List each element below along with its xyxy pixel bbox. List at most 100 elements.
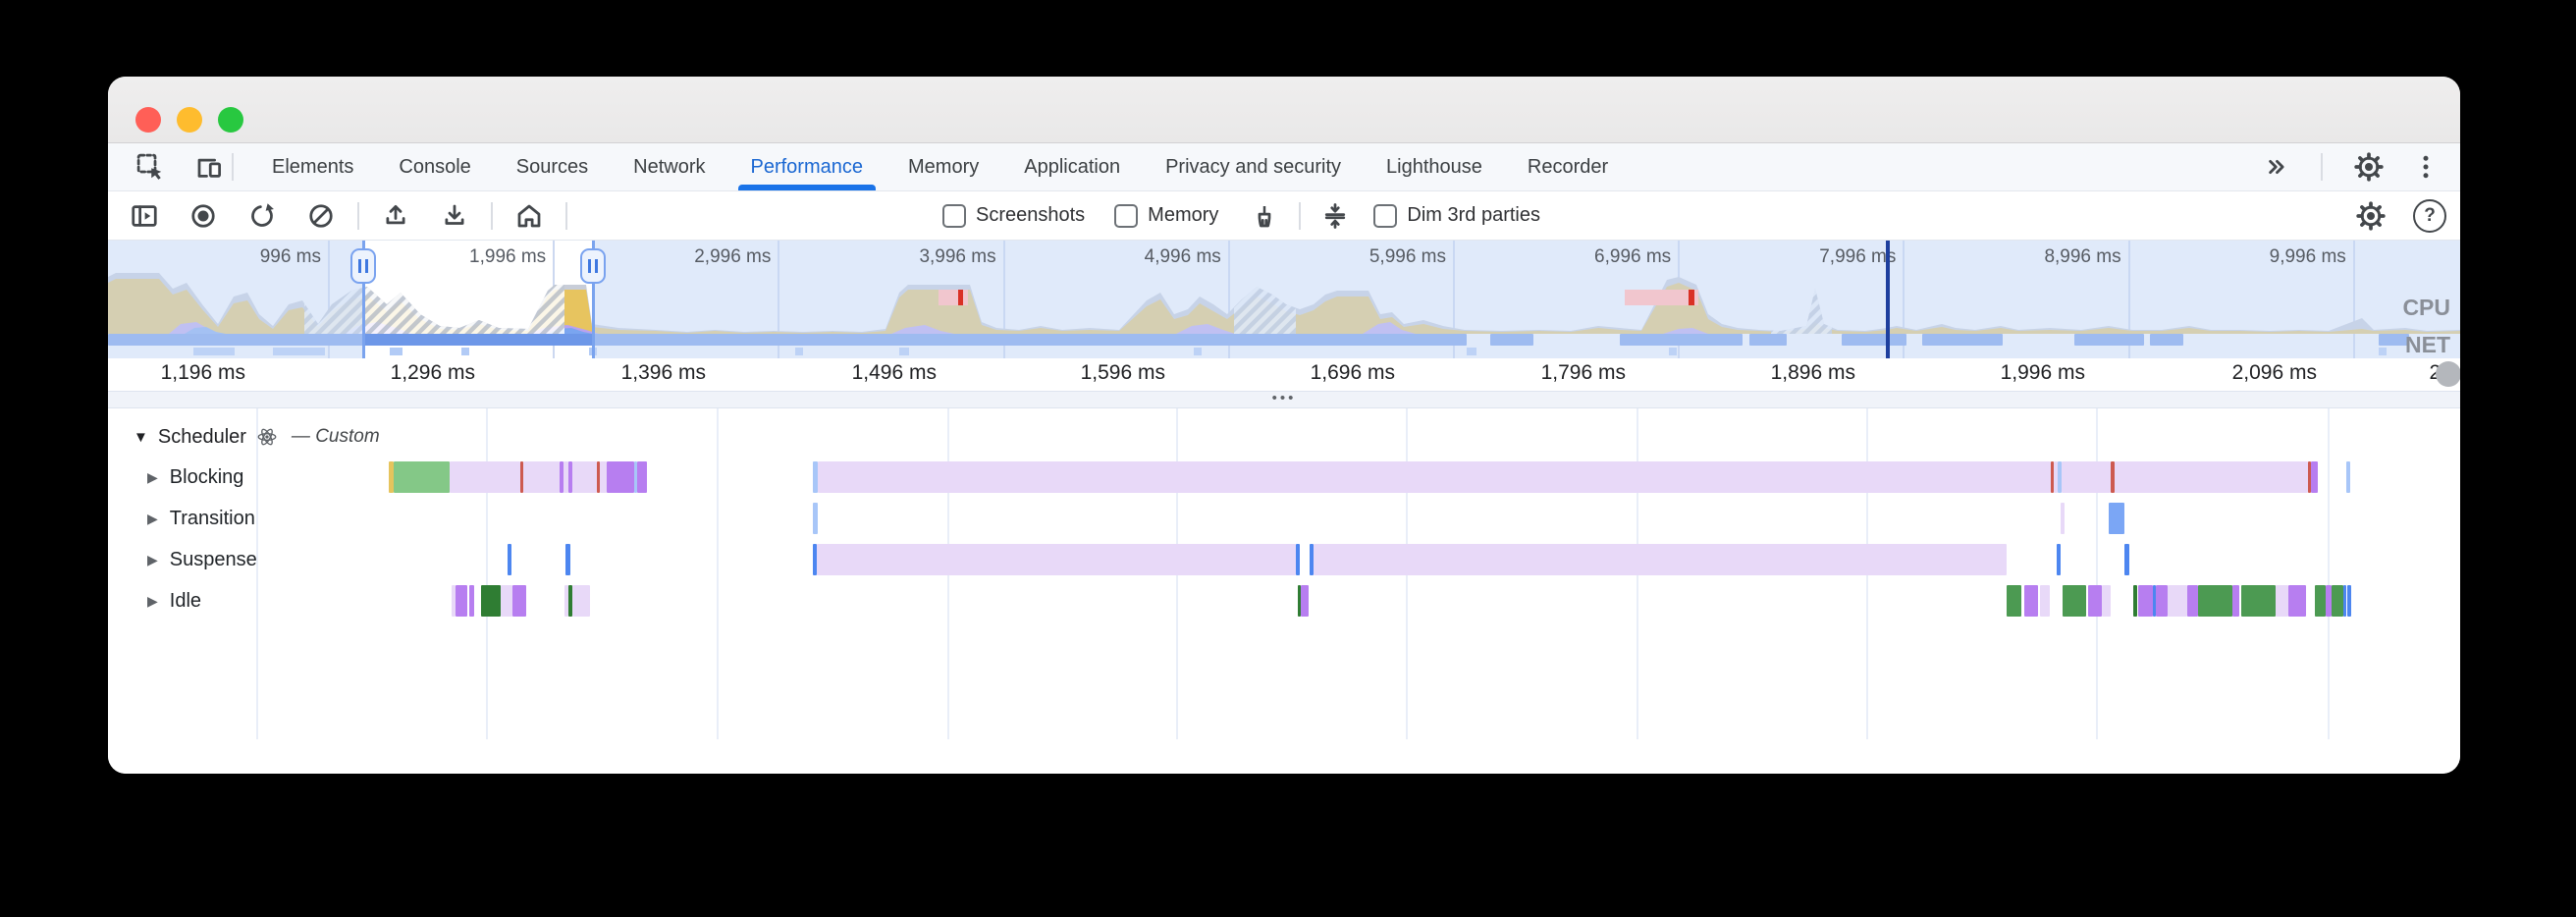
timeline-bar[interactable] [2288,585,2306,617]
memory-checkbox[interactable]: Memory [1114,204,1218,228]
timeline-bar[interactable] [481,585,501,617]
timeline-bar[interactable] [1301,585,1309,617]
collect-garbage-icon[interactable] [1248,199,1281,233]
expand-triangle-icon[interactable]: ▶ [147,552,158,568]
record-icon[interactable] [187,199,220,233]
timeline-bar[interactable] [2062,461,2111,493]
capture-settings-gear-icon[interactable] [2354,199,2388,233]
close-window-button[interactable] [135,107,161,133]
timeline-bar[interactable] [2057,544,2061,575]
timeline-bar[interactable] [523,461,560,493]
screenshots-checkbox[interactable]: Screenshots [942,204,1085,228]
timeline-bar[interactable] [2232,585,2239,617]
device-toolbar-icon[interactable] [192,150,226,184]
timeline-bar[interactable] [512,585,526,617]
timeline-bar[interactable] [2124,544,2129,575]
expand-triangle-icon[interactable]: ▶ [147,511,158,527]
timeline-bar[interactable] [2311,461,2318,493]
timeline-bar[interactable] [450,461,520,493]
timeline-bar[interactable] [2315,585,2326,617]
timeline-bar[interactable] [2040,585,2050,617]
timeline-bar[interactable] [2115,461,2308,493]
toggle-sidebar-icon[interactable] [128,199,161,233]
more-tabs-icon[interactable] [2258,150,2291,184]
track-row-label-blocking[interactable]: ▶Blocking [147,464,243,490]
settings-gear-icon[interactable] [2352,150,2386,184]
window-titlebar[interactable] [108,77,2460,143]
timeline-bar[interactable] [2276,585,2288,617]
tab-sources[interactable]: Sources [494,143,611,190]
timeline-bar[interactable] [2109,503,2124,534]
timeline-bar[interactable] [600,461,607,493]
dim-3rd-parties-checkbox-box[interactable] [1373,204,1397,228]
home-icon[interactable] [512,199,546,233]
timeline-bar[interactable] [2332,585,2343,617]
timeline-bar[interactable] [2133,585,2137,617]
timeline-bar[interactable] [2007,585,2021,617]
timeline-ruler[interactable]: 2, 1,196 ms1,296 ms1,396 ms1,496 ms1,596… [108,358,2460,391]
timeline-bar[interactable] [565,544,570,575]
expand-triangle-icon[interactable]: ▶ [147,593,158,610]
tab-memory[interactable]: Memory [886,143,1001,190]
timeline-bar[interactable] [607,461,634,493]
track-group-scheduler[interactable]: ▼ Scheduler — Custom [134,422,380,452]
track-row-label-transition[interactable]: ▶Transition [147,506,255,531]
tab-console[interactable]: Console [376,143,493,190]
upload-profile-icon[interactable] [379,199,412,233]
timeline-bar[interactable] [572,585,590,617]
clear-icon[interactable] [304,199,338,233]
timeline-bar[interactable] [2061,503,2065,534]
timeline-bar[interactable] [2187,585,2198,617]
panel-resize-handle[interactable]: ••• [108,391,2460,408]
scrollbar-dot[interactable] [2436,361,2460,387]
dim-3rd-parties-checkbox[interactable]: Dim 3rd parties [1373,204,1540,228]
timeline-bar[interactable] [637,461,647,493]
timeline-bar[interactable] [2156,585,2168,617]
timeline-bar[interactable] [2241,585,2276,617]
tab-privacy-and-security[interactable]: Privacy and security [1143,143,1364,190]
kebab-menu-icon[interactable] [2409,150,2442,184]
download-profile-icon[interactable] [438,199,471,233]
timeline-bar[interactable] [2102,585,2111,617]
track-area[interactable]: ▼ Scheduler — Custom ▶Blocking ▶Transitio… [108,408,2460,741]
track-row-label-idle[interactable]: ▶Idle [147,588,201,614]
memory-checkbox-box[interactable] [1114,204,1138,228]
help-icon[interactable]: ? [2413,199,2446,233]
timeline-bar[interactable] [2346,461,2350,493]
timeline-bar[interactable] [469,585,474,617]
timeline-bar[interactable] [2063,585,2086,617]
timeline-bar[interactable] [572,461,597,493]
selection-handle-left[interactable] [350,248,376,284]
timeline-bar[interactable] [2138,585,2153,617]
timeline-bar[interactable] [2168,585,2187,617]
reload-record-icon[interactable] [245,199,279,233]
timeline-bar[interactable] [394,461,450,493]
tab-recorder[interactable]: Recorder [1505,143,1631,190]
collapse-tracks-icon[interactable] [1318,199,1352,233]
timeline-bar[interactable] [2198,585,2232,617]
timeline-bar[interactable] [1314,544,2007,575]
timeline-bar[interactable] [2024,585,2038,617]
expand-triangle-icon[interactable]: ▶ [147,469,158,486]
timeline-bar[interactable] [2347,585,2351,617]
timeline-bar[interactable] [818,461,2051,493]
timeline-bar[interactable] [501,585,512,617]
timeline-bar[interactable] [813,503,818,534]
zoom-window-button[interactable] [218,107,243,133]
timeline-bar[interactable] [2088,585,2102,617]
tab-performance[interactable]: Performance [728,143,886,190]
timeline-bar[interactable] [2343,585,2346,617]
collapse-triangle-icon[interactable]: ▼ [134,429,148,446]
tab-lighthouse[interactable]: Lighthouse [1364,143,1505,190]
track-row-label-suspense[interactable]: ▶Suspense [147,547,257,572]
selection-handle-right[interactable] [580,248,606,284]
timeline-bar[interactable] [1296,544,1300,575]
timeline-bar[interactable] [817,544,1296,575]
tab-application[interactable]: Application [1001,143,1143,190]
inspect-icon[interactable] [134,150,167,184]
screenshots-checkbox-box[interactable] [942,204,966,228]
minimize-window-button[interactable] [177,107,202,133]
timeline-bar[interactable] [508,544,511,575]
tab-elements[interactable]: Elements [249,143,376,190]
timeline-overview[interactable]: CPU NET 996 ms1,996 ms2,996 ms3,996 ms4,… [108,241,2460,359]
